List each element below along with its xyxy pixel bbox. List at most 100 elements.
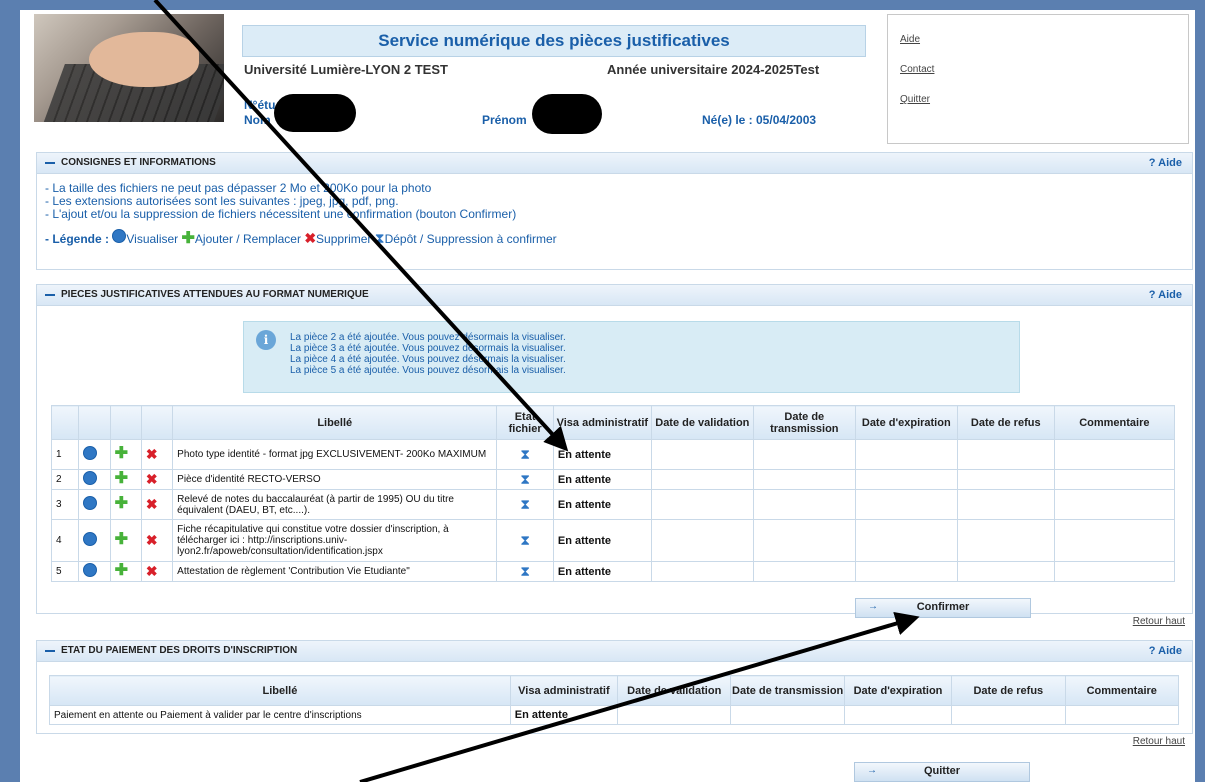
view-button[interactable] [78, 561, 111, 582]
view-icon[interactable] [83, 563, 98, 577]
paiement-help-button[interactable]: ? Aide [1149, 645, 1182, 657]
view-icon[interactable] [83, 532, 98, 546]
collapse-icon[interactable] [45, 294, 55, 296]
view-button[interactable] [78, 519, 111, 562]
delete-button[interactable]: ✖ [140, 561, 174, 582]
delete-icon[interactable]: ✖ [146, 446, 158, 462]
pieces-help-button[interactable]: ? Aide [1149, 289, 1182, 301]
view-icon[interactable] [83, 471, 98, 485]
row-visa: En attente [552, 519, 652, 562]
col-transmission: Date de transmission [730, 675, 845, 706]
add-button[interactable]: ✚ [109, 561, 142, 582]
hourglass-icon: ⧗ [520, 496, 531, 512]
add-icon[interactable]: ✚ [115, 470, 128, 487]
legend: - Légende : Visualiser ✚Ajouter / Rempla… [45, 229, 1184, 247]
col-commentaire: Commentaire [1053, 405, 1176, 440]
back-to-top-link[interactable]: Retour haut [1133, 736, 1185, 747]
col-etat: Etat fichier [496, 405, 554, 440]
pieces-table: Libellé Etat fichier Visa administratif … [50, 405, 1176, 582]
table-header-row: Libellé Etat fichier Visa administratif … [50, 405, 1176, 440]
add-button[interactable]: ✚ [109, 439, 142, 470]
table-row: 2 ✚ ✖ Pièce d'identité RECTO-VERSO ⧗ En … [50, 469, 1176, 490]
info-message: La pièce 5 a été ajoutée. Vous pouvez dé… [290, 365, 566, 376]
delete-button[interactable]: ✖ [140, 439, 174, 470]
add-icon[interactable]: ✚ [115, 445, 128, 462]
col-commentaire: Commentaire [1064, 675, 1180, 706]
col-libelle: Libellé [49, 675, 511, 706]
add-icon: ✚ [181, 230, 195, 247]
col-validation: Date de validation [617, 675, 732, 706]
col-transmission: Date de transmission [752, 405, 856, 440]
view-button[interactable] [78, 469, 111, 490]
quit-button[interactable]: → Quitter [854, 762, 1030, 782]
view-button[interactable] [78, 489, 111, 520]
consignes-body: - La taille des fichiers ne peut pas dép… [37, 174, 1192, 247]
delete-icon: ✖ [304, 230, 317, 246]
col-visa: Visa administratif [509, 675, 619, 706]
row-visa: En attente [552, 439, 652, 470]
university-name: Université Lumière-LYON 2 TEST [244, 62, 448, 77]
col-validation: Date de validation [650, 405, 754, 440]
col-visa: Visa administratif [552, 405, 652, 440]
contact-link[interactable]: Contact [900, 64, 934, 75]
view-icon[interactable] [83, 446, 98, 460]
row-number: 1 [50, 439, 80, 470]
row-libelle: Relevé de notes du baccalauréat (à parti… [172, 489, 498, 520]
delete-button[interactable]: ✖ [140, 469, 174, 490]
delete-icon[interactable]: ✖ [146, 563, 158, 579]
add-icon[interactable]: ✚ [115, 562, 128, 579]
pieces-header[interactable]: PIECES JUSTIFICATIVES ATTENDUES AU FORMA… [37, 285, 1192, 306]
birth-date: Né(e) le : 05/04/2003 [702, 113, 817, 127]
col-refus: Date de refus [951, 675, 1066, 706]
delete-icon[interactable]: ✖ [146, 471, 158, 487]
paiement-header[interactable]: ETAT DU PAIEMENT DES DROITS D'INSCRIPTIO… [37, 641, 1192, 662]
collapse-icon[interactable] [45, 650, 55, 652]
add-button[interactable]: ✚ [109, 469, 142, 490]
consignes-section: CONSIGNES ET INFORMATIONS ? Aide - La ta… [36, 152, 1193, 270]
delete-icon[interactable]: ✖ [146, 532, 158, 548]
row-libelle: Pièce d'identité RECTO-VERSO [172, 469, 498, 490]
hourglass-icon: ⧗ [520, 471, 531, 487]
confirm-button[interactable]: → Confirmer [855, 598, 1031, 618]
delete-icon[interactable]: ✖ [146, 496, 158, 512]
legend-add: Ajouter / Remplacer [194, 232, 301, 246]
view-icon [112, 229, 127, 243]
view-button[interactable] [78, 439, 111, 470]
row-number: 2 [50, 469, 80, 490]
row-visa: En attente [509, 705, 619, 725]
hourglass-icon: ⧗ [520, 446, 531, 462]
collapse-icon[interactable] [45, 162, 55, 164]
help-link[interactable]: Aide [900, 34, 920, 45]
table-header-row: Libellé Visa administratif Date de valid… [49, 675, 1180, 706]
add-icon[interactable]: ✚ [115, 531, 128, 548]
paiement-table: Libellé Visa administratif Date de valid… [49, 675, 1180, 725]
table-row: 5 ✚ ✖ Attestation de règlement 'Contribu… [50, 561, 1176, 582]
add-button[interactable]: ✚ [109, 519, 142, 562]
paiement-section: ETAT DU PAIEMENT DES DROITS D'INSCRIPTIO… [36, 640, 1193, 734]
page-title: Service numérique des pièces justificati… [242, 25, 866, 57]
delete-button[interactable]: ✖ [140, 519, 174, 562]
view-icon[interactable] [83, 496, 98, 510]
redaction-name [274, 94, 356, 132]
legend-pending: Dépôt / Suppression à confirmer [384, 232, 557, 246]
row-number: 3 [50, 489, 80, 520]
row-visa: En attente [552, 469, 652, 490]
row-number: 5 [50, 561, 80, 582]
table-row: 4 ✚ ✖ Fiche récapitulative qui constitue… [50, 519, 1176, 562]
table-row: Paiement en attente ou Paiement à valide… [49, 705, 1180, 725]
name-label: Nom [244, 113, 271, 127]
add-button[interactable]: ✚ [109, 489, 142, 520]
add-icon[interactable]: ✚ [115, 495, 128, 512]
col-refus: Date de refus [956, 405, 1055, 440]
quit-link[interactable]: Quitter [900, 94, 930, 105]
row-number: 4 [50, 519, 80, 562]
consigne-line: - L'ajout et/ou la suppression de fichie… [45, 207, 517, 221]
col-libelle: Libellé [172, 405, 498, 440]
consignes-help-button[interactable]: ? Aide [1149, 157, 1182, 169]
consignes-header[interactable]: CONSIGNES ET INFORMATIONS ? Aide [37, 153, 1192, 174]
delete-button[interactable]: ✖ [140, 489, 174, 520]
back-to-top-link[interactable]: Retour haut [1133, 616, 1185, 627]
header: Service numérique des pièces justificati… [32, 14, 1189, 144]
header-links: Aide Contact Quitter [887, 14, 1189, 144]
info-message: La pièce 4 a été ajoutée. Vous pouvez dé… [290, 354, 566, 365]
